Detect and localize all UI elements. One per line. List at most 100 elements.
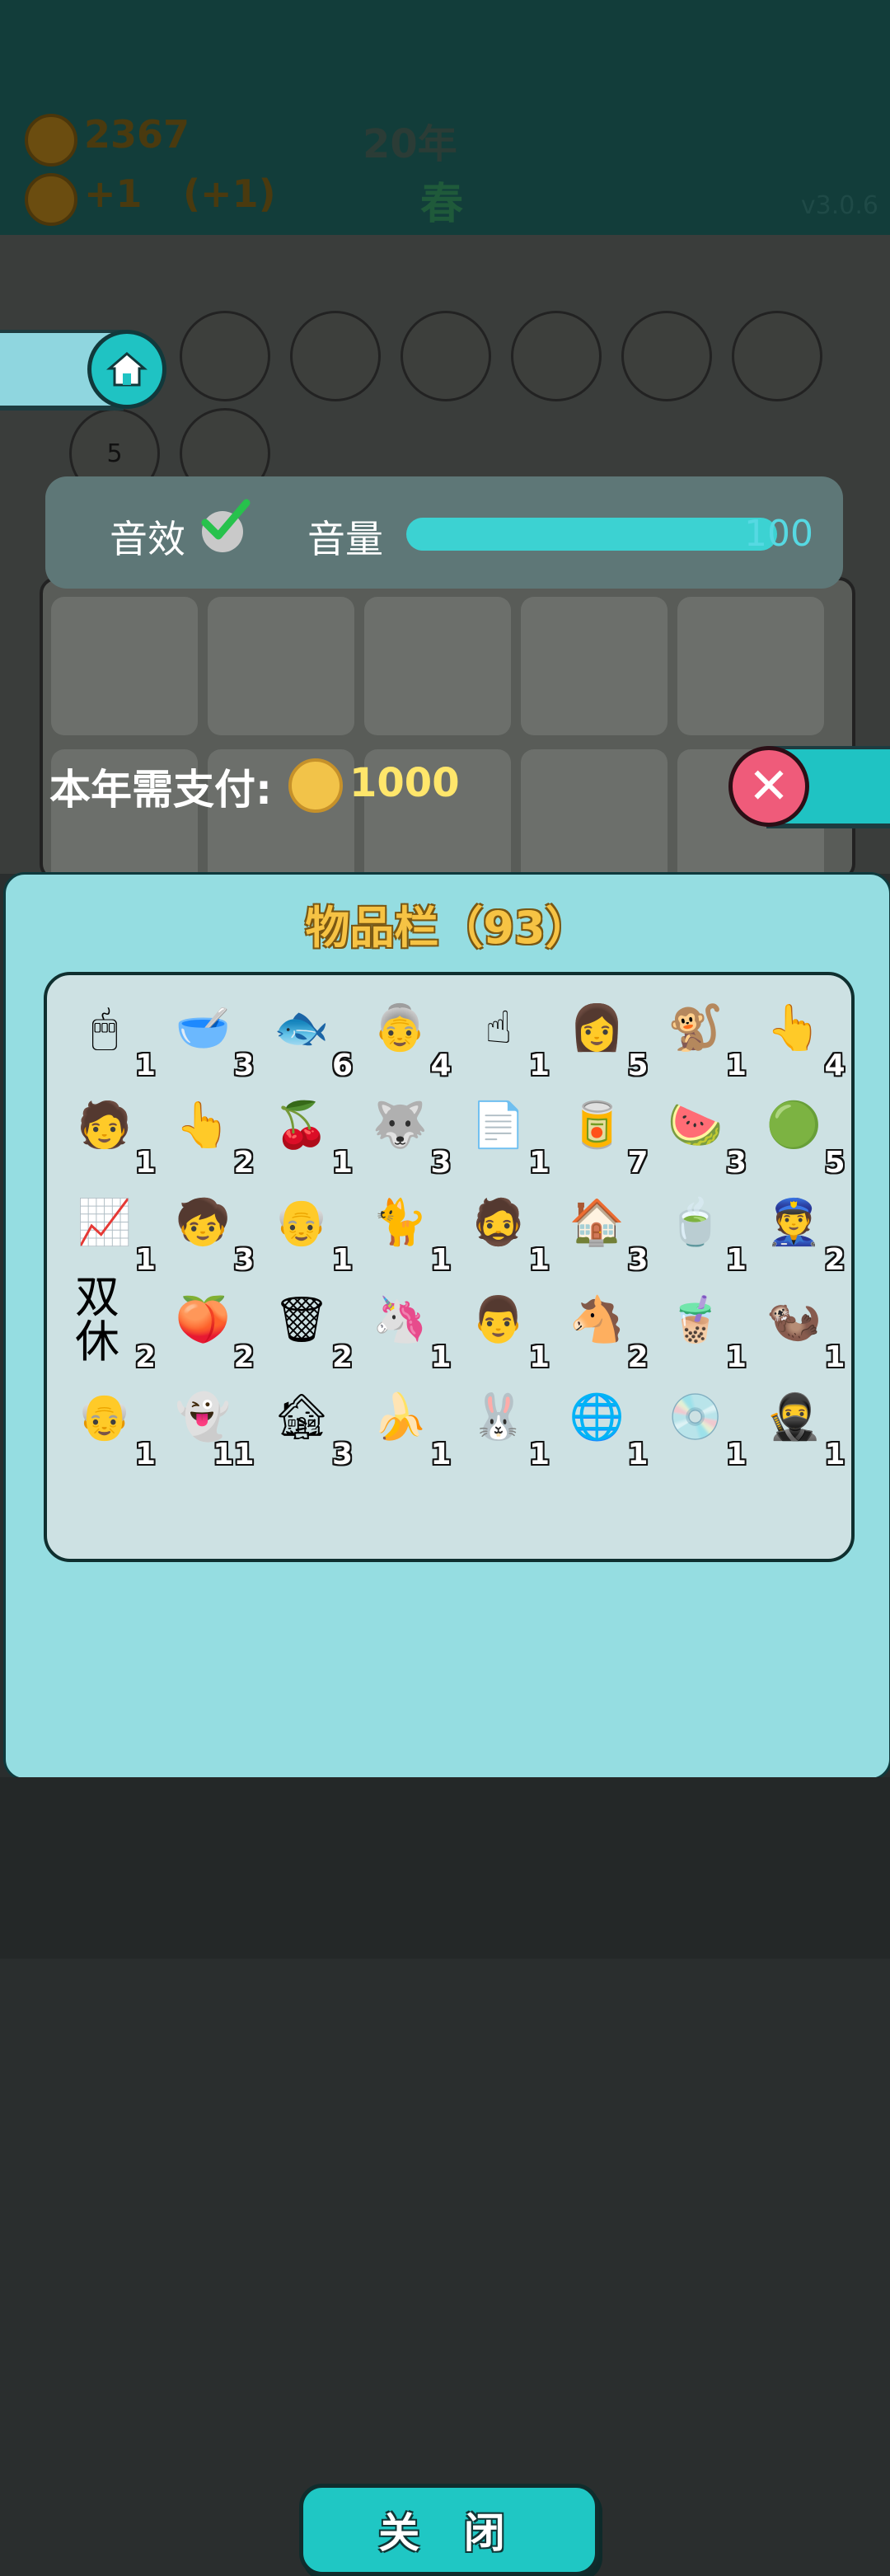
item-count: 1 xyxy=(528,1340,550,1374)
payment-amount: 1000 xyxy=(349,760,460,806)
bg-cell xyxy=(364,597,511,735)
bottom-area xyxy=(0,1777,890,1959)
item-count: 1 xyxy=(824,1340,846,1374)
coin-icon xyxy=(25,114,77,167)
year-label: 20年 xyxy=(363,121,457,167)
rabbit-icon[interactable] xyxy=(732,311,822,401)
inventory-item[interactable]: 👩 5 xyxy=(558,992,649,1083)
inventory-item[interactable]: ☝ 1 xyxy=(459,992,550,1083)
inventory-item[interactable]: 👮 2 xyxy=(755,1186,846,1278)
inventory-item[interactable]: 👻 11 xyxy=(164,1381,255,1472)
item-count: 2 xyxy=(627,1340,649,1374)
inventory-item[interactable]: 👆 2 xyxy=(164,1089,255,1180)
season-label: 春 xyxy=(420,180,464,229)
skirt-icon[interactable] xyxy=(180,311,270,401)
inventory-item[interactable]: 👨 1 xyxy=(459,1283,550,1375)
item-count: 1 xyxy=(430,1243,452,1277)
volume-value: 100 xyxy=(744,513,813,555)
inventory-item[interactable]: 🧋 1 xyxy=(656,1283,747,1375)
pointing-hand-icon: ☝ xyxy=(485,1002,513,1053)
inventory-item[interactable]: 🍌 1 xyxy=(361,1381,452,1472)
item-count: 1 xyxy=(725,1438,747,1471)
close-button[interactable]: 关 闭 xyxy=(299,2484,599,2576)
item-count: 4 xyxy=(430,1049,452,1082)
peach-icon: 🍑 xyxy=(175,1293,232,1345)
watermelon-icon: 🟢 xyxy=(766,1099,822,1151)
inventory-item[interactable]: 🥣 3 xyxy=(164,992,255,1083)
inventory-item[interactable]: 🍵 1 xyxy=(656,1186,747,1278)
inventory-item[interactable]: 🐴 2 xyxy=(558,1283,649,1375)
item-count: 1 xyxy=(725,1243,747,1277)
gold-hand-icon: 👆 xyxy=(766,1002,822,1053)
home-button[interactable] xyxy=(87,330,166,409)
inventory-item[interactable]: 🦦 1 xyxy=(755,1283,846,1375)
inventory-item[interactable]: 🧔 1 xyxy=(459,1186,550,1278)
item-count: 1 xyxy=(134,1049,156,1082)
inventory-item[interactable]: 👴 1 xyxy=(262,1186,353,1278)
item-count: 3 xyxy=(233,1243,255,1277)
skip-icon[interactable] xyxy=(400,311,491,401)
inventory-item[interactable]: 🍒 1 xyxy=(262,1089,353,1180)
inventory-item[interactable]: 🏚 3 xyxy=(262,1381,353,1472)
bandit-icon: 🥷 xyxy=(766,1391,822,1443)
husky-icon: 🐺 xyxy=(372,1099,429,1151)
item-count: 1 xyxy=(430,1340,452,1374)
item-count: 2 xyxy=(824,1243,846,1277)
inventory-item[interactable]: 📈 1 xyxy=(65,1186,156,1278)
item-count: 3 xyxy=(627,1243,649,1277)
cancel-button[interactable]: ✕ xyxy=(728,746,809,827)
item-count: 1 xyxy=(528,1438,550,1471)
bunny-house-icon: 🏠 xyxy=(569,1196,625,1248)
bowl-icon: 🥣 xyxy=(175,1002,232,1053)
item-count: 1 xyxy=(528,1243,550,1277)
cd-icon: 💿 xyxy=(668,1391,724,1443)
cherry-icon: 🍒 xyxy=(274,1099,330,1151)
settings-bar: 音效 音量 100 xyxy=(45,476,843,589)
inventory-item[interactable]: 🐟 6 xyxy=(262,992,353,1083)
item-count: 4 xyxy=(824,1049,846,1082)
x-icon: ✕ xyxy=(747,758,790,815)
plant-icon[interactable] xyxy=(511,311,602,401)
inventory-item[interactable]: 双休 2 xyxy=(65,1275,156,1375)
checkmark-icon xyxy=(201,499,251,540)
inventory-item[interactable]: 🐈 1 xyxy=(361,1186,452,1278)
globe-icon: 🌐 xyxy=(569,1391,625,1443)
sound-toggle[interactable] xyxy=(201,499,251,552)
background-item-grid xyxy=(40,577,855,888)
inventory-item[interactable]: 💿 1 xyxy=(656,1381,747,1472)
inventory-item[interactable]: 🌐 1 xyxy=(558,1381,649,1472)
ghost-icon[interactable] xyxy=(621,311,712,401)
inventory-item[interactable]: 🗑 2 xyxy=(262,1283,353,1375)
inventory-item[interactable]: 🥫 7 xyxy=(558,1089,649,1180)
volume-slider[interactable] xyxy=(406,518,777,551)
inventory-item[interactable]: 👆 4 xyxy=(755,992,846,1083)
inventory-item[interactable]: 👴 1 xyxy=(65,1381,156,1472)
inventory-item[interactable]: 🦄 1 xyxy=(361,1283,452,1375)
coin-count: 2367 xyxy=(84,112,190,157)
inventory-item[interactable]: 👵 4 xyxy=(361,992,452,1083)
haunted-house-icon: 🏚 xyxy=(273,1391,330,1443)
item-count: 11 xyxy=(213,1438,255,1471)
leaf-icon[interactable] xyxy=(290,311,381,401)
inventory-item[interactable]: 🟢 5 xyxy=(755,1089,846,1180)
inventory-item[interactable]: 🐒 1 xyxy=(656,992,747,1083)
grandpa-glasses-icon: 👴 xyxy=(77,1391,133,1443)
inventory-item[interactable]: 📄 1 xyxy=(459,1089,550,1180)
otter-icon: 🦦 xyxy=(766,1293,822,1345)
inventory-item[interactable]: 🧑 1 xyxy=(65,1089,156,1180)
item-count: 1 xyxy=(627,1438,649,1471)
mouse-icon: 🖱 xyxy=(91,1002,119,1053)
inventory-item[interactable]: 🧒 3 xyxy=(164,1186,255,1278)
green-cap-man-icon: 🧑 xyxy=(77,1099,133,1151)
inventory-item[interactable]: 🥷 1 xyxy=(755,1381,846,1472)
inventory-item[interactable]: 🏠 3 xyxy=(558,1186,649,1278)
inventory-item[interactable]: 🍑 2 xyxy=(164,1283,255,1375)
inventory-item[interactable]: 🍉 3 xyxy=(656,1089,747,1180)
sound-label: 音效 xyxy=(110,517,185,561)
inventory-item[interactable]: 🖱 1 xyxy=(65,992,156,1083)
inventory-item[interactable]: 🐺 3 xyxy=(361,1089,452,1180)
banana-icon: 🍌 xyxy=(372,1391,429,1443)
inventory-item[interactable]: 🐰 1 xyxy=(459,1381,550,1472)
item-count: 6 xyxy=(331,1049,353,1082)
item-count: 1 xyxy=(528,1146,550,1180)
